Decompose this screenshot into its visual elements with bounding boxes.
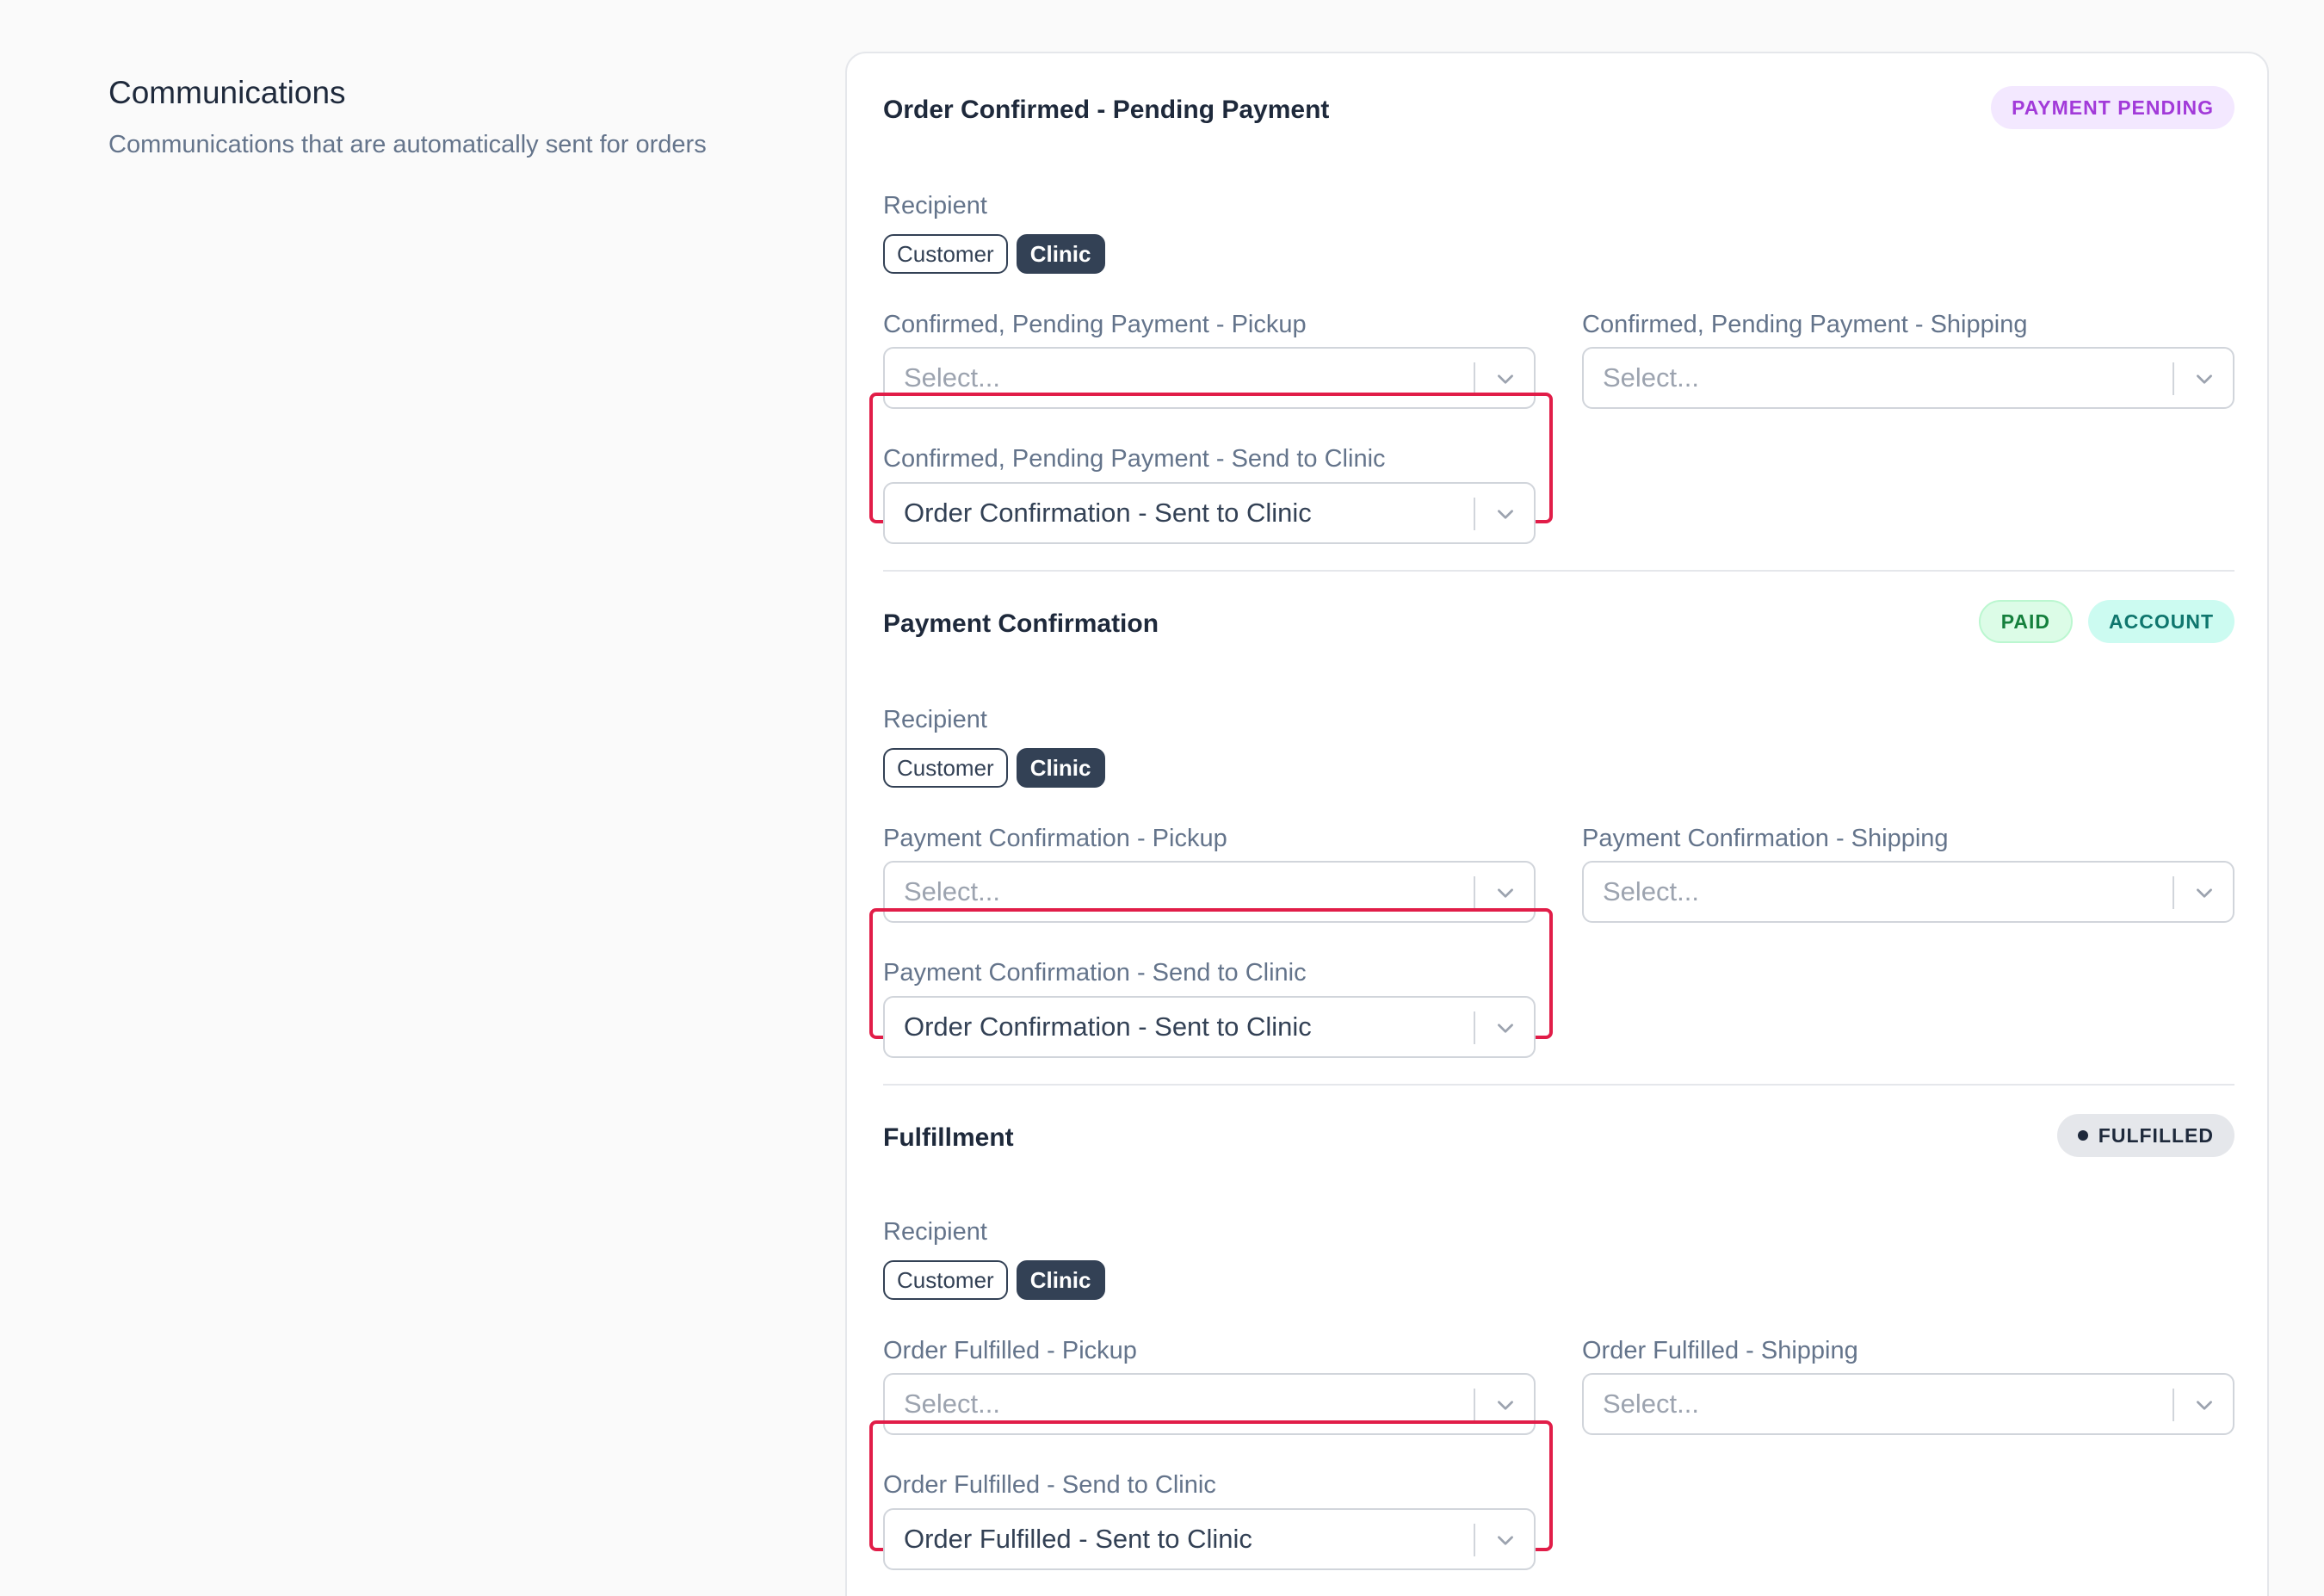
recipient-label: Recipient [883,192,987,220]
recipient-chips: Customer Clinic [883,748,1105,788]
chevron-down-icon [1498,1536,1513,1545]
send-to-clinic-value: Order Confirmation - Sent to Clinic [904,1011,1312,1042]
send-to-clinic-label: Payment Confirmation - Send to Clinic [883,959,1307,987]
select-separator [2173,876,2174,909]
recipient-chips: Customer Clinic [883,234,1105,274]
recipient-label: Recipient [883,1218,987,1246]
intro: Communications Communications that are a… [108,72,814,162]
page-title: Communications [108,75,346,110]
recipient-chip-customer[interactable]: Customer [883,748,1008,788]
select-separator [1474,362,1475,395]
select-separator [1474,498,1475,530]
section-divider [883,1084,2234,1086]
section-title: Payment Confirmation [883,609,1159,638]
status-badge-payment-pending: PAYMENT PENDING [1991,86,2234,129]
section-title: Fulfillment [883,1123,1014,1152]
status-badge-fulfilled: FULFILLED [2056,1114,2234,1157]
chevron-down-icon [2197,374,2212,384]
status-badges: PAYMENT PENDING [1991,86,2234,129]
shipping-select[interactable]: Select... [1582,861,2234,923]
pickup-label: Confirmed, Pending Payment - Pickup [883,311,1307,338]
recipient-chip-clinic[interactable]: Clinic [1016,234,1105,274]
status-badge-account: ACCOUNT [2088,600,2234,643]
shipping-select-placeholder: Select... [1603,362,1699,393]
recipient-chip-customer[interactable]: Customer [883,1260,1008,1300]
shipping-select[interactable]: Select... [1582,1373,2234,1435]
recipient-label: Recipient [883,706,987,733]
pickup-label: Payment Confirmation - Pickup [883,825,1227,852]
pickup-label: Order Fulfilled - Pickup [883,1337,1137,1364]
select-separator [2173,362,2174,395]
shipping-label: Order Fulfilled - Shipping [1582,1337,1858,1364]
send-to-clinic-label: Confirmed, Pending Payment - Send to Cli… [883,445,1386,473]
dot-icon [2077,1130,2088,1141]
status-badges: PAID ACCOUNT [1978,600,2234,643]
shipping-select-placeholder: Select... [1603,876,1699,906]
select-separator [1474,876,1475,909]
select-separator [1474,1389,1475,1421]
recipient-chips: Customer Clinic [883,1260,1105,1300]
chevron-down-icon [1498,1401,1513,1410]
page-description: Communications that are automatically se… [108,131,707,158]
chevron-down-icon [1498,510,1513,519]
send-to-clinic-value: Order Confirmation - Sent to Clinic [904,498,1312,528]
send-to-clinic-select[interactable]: Order Confirmation - Sent to Clinic [883,482,1536,544]
recipient-chip-clinic[interactable]: Clinic [1016,1260,1105,1300]
recipient-chip-clinic[interactable]: Clinic [1016,748,1105,788]
select-separator [1474,1011,1475,1044]
section-title: Order Confirmed - Pending Payment [883,96,1330,124]
send-to-clinic-label: Order Fulfilled - Send to Clinic [883,1471,1216,1499]
status-badge-label: FULFILLED [2098,1123,2214,1147]
recipient-chip-customer[interactable]: Customer [883,234,1008,274]
shipping-select-placeholder: Select... [1603,1389,1699,1419]
select-separator [2173,1389,2174,1421]
send-to-clinic-select[interactable]: Order Fulfilled - Sent to Clinic [883,1508,1536,1570]
chevron-down-icon [1498,374,1513,384]
send-to-clinic-value: Order Fulfilled - Sent to Clinic [904,1524,1252,1554]
shipping-label: Confirmed, Pending Payment - Shipping [1582,311,2028,338]
chevron-down-icon [1498,888,1513,898]
send-to-clinic-select[interactable]: Order Confirmation - Sent to Clinic [883,996,1536,1058]
page: Communications Communications that are a… [0,0,2324,1596]
shipping-label: Payment Confirmation - Shipping [1582,825,1949,852]
shipping-select[interactable]: Select... [1582,347,2234,409]
section-divider [883,570,2234,572]
communications-card: Order Confirmed - Pending Payment PAYMEN… [845,52,2269,1596]
status-badges: FULFILLED [2056,1114,2234,1157]
chevron-down-icon [1498,1024,1513,1033]
chevron-down-icon [2197,1401,2212,1410]
select-separator [1474,1524,1475,1556]
chevron-down-icon [2197,888,2212,898]
status-badge-paid: PAID [1978,600,2073,643]
